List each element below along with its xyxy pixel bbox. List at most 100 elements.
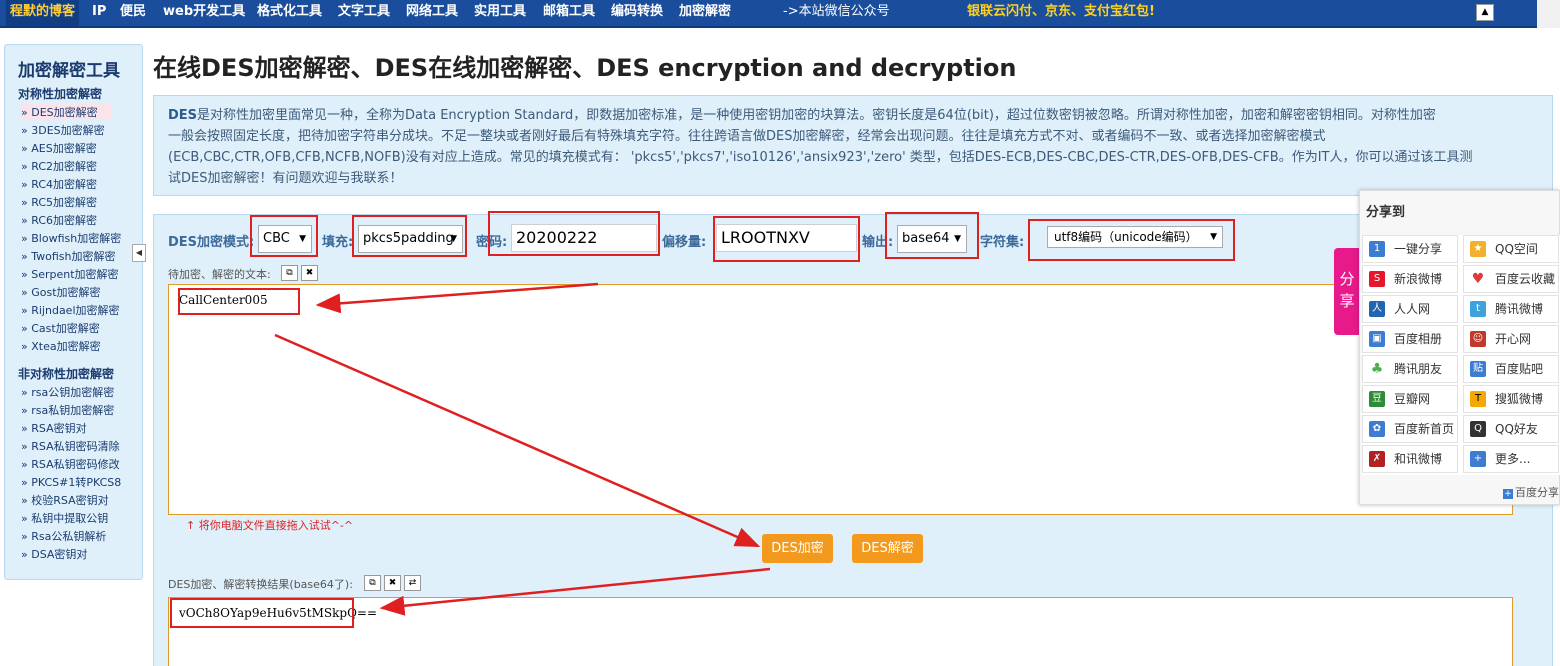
top-nav: 程默的博客 IP 便民 web开发工具 格式化工具 文字工具 网络工具 实用工具… xyxy=(0,0,1537,28)
sidebar-item-dsa-keypair[interactable]: » DSA密钥对 xyxy=(21,546,87,562)
share-item-kaixin[interactable]: ☺ 开心网 xyxy=(1463,325,1559,353)
nav-ip-link[interactable]: IP xyxy=(92,0,106,26)
share-footer[interactable]: + 百度分享 xyxy=(1503,484,1559,500)
sidebar-asymmetric-heading: 非对称性加密解密 xyxy=(18,367,115,381)
input-label: 待加密、解密的文本: xyxy=(168,268,271,281)
swap-icon[interactable]: ⇄ xyxy=(404,575,421,591)
copy-icon[interactable]: ⧉ xyxy=(281,265,298,281)
sidebar-item-des[interactable]: » DES加密解密 xyxy=(21,104,112,120)
drag-hint: ↑ 将你电脑文件直接拖入试试^-^ xyxy=(186,519,354,532)
one-click-share-icon: 1 xyxy=(1369,241,1385,257)
baidu-cloud-icon: ♥ xyxy=(1470,271,1486,287)
sidebar-item-rsa-keypair[interactable]: » RSA密钥对 xyxy=(21,420,87,436)
share-item-tencent-weibo[interactable]: t 腾讯微博 xyxy=(1463,295,1559,323)
sidebar-item-rsa-public[interactable]: » rsa公钥加密解密 xyxy=(21,384,114,400)
sidebar-item-verify-keypair[interactable]: » 校验RSA密钥对 xyxy=(21,492,109,508)
renren-icon: 人 xyxy=(1369,301,1385,317)
decrypt-button[interactable]: DES解密 xyxy=(852,534,923,563)
sidebar-collapse-button[interactable]: ◀ xyxy=(132,244,146,262)
nav-encoding-link[interactable]: 编码转换 xyxy=(611,0,663,26)
share-item-sina-weibo[interactable]: S 新浪微博 xyxy=(1362,265,1458,293)
description-line-3: (ECB,CBC,CTR,OFB,CFB,NCFB,NOFB)没有对应上造成。常… xyxy=(168,150,1473,165)
sidebar-item-3des[interactable]: » 3DES加密解密 xyxy=(21,122,105,138)
share-item-more[interactable]: + 更多... xyxy=(1463,445,1559,473)
clear-icon[interactable]: ✖ xyxy=(301,265,318,281)
clear-icon[interactable]: ✖ xyxy=(384,575,401,591)
sidebar-item-rc6[interactable]: » RC6加密解密 xyxy=(21,212,97,228)
share-item-douban[interactable]: 豆豆瓣网 xyxy=(1362,385,1458,413)
highlight-box-result xyxy=(170,598,354,628)
qq-friend-icon: Q xyxy=(1470,421,1486,437)
highlight-box-output xyxy=(885,212,979,259)
douban-icon: 豆 xyxy=(1369,391,1385,407)
nav-format-link[interactable]: 格式化工具 xyxy=(257,0,322,26)
nav-promo-link[interactable]: 银联云闪付、京东、支付宝红包! xyxy=(967,0,1155,26)
description-box: DES是对称性加密里面常见一种，全称为Data Encryption Stand… xyxy=(153,95,1553,196)
sidebar-item-rsa-parse[interactable]: » Rsa公私钥解析 xyxy=(21,528,106,544)
page-title: 在线DES加密解密、DES在线加密解密、DES encryption and d… xyxy=(153,54,1017,82)
baidu-share-icon: + xyxy=(1503,489,1513,499)
nav-crypto-link[interactable]: 加密解密 xyxy=(679,0,731,26)
share-title: 分享到 xyxy=(1366,205,1406,220)
sidebar-item-rsa-clear-password[interactable]: » RSA私钥密码清除 xyxy=(21,438,120,454)
mode-label: DES加密模式: xyxy=(168,235,255,250)
sidebar-item-cast[interactable]: » Cast加密解密 xyxy=(21,320,100,336)
nav-convenience-link[interactable]: 便民 xyxy=(120,0,146,26)
encrypt-button[interactable]: DES加密 xyxy=(762,534,833,563)
share-item-sohu-weibo[interactable]: T 搜狐微博 xyxy=(1463,385,1559,413)
sina-weibo-icon: S xyxy=(1369,271,1385,287)
highlight-box-charset xyxy=(1028,219,1235,261)
copy-icon[interactable]: ⧉ xyxy=(364,575,381,591)
input-textarea[interactable]: CallCenter005 xyxy=(168,284,1513,515)
tencent-friends-icon: ♣ xyxy=(1369,361,1385,377)
share-item-qq-friend[interactable]: Q QQ好友 xyxy=(1463,415,1559,443)
scrollbar[interactable] xyxy=(1537,0,1560,28)
nav-webdev-link[interactable]: web开发工具 xyxy=(163,0,245,26)
sidebar-item-rc4[interactable]: » RC4加密解密 xyxy=(21,176,97,192)
description-lead: DES xyxy=(168,108,198,123)
padding-label: 填充: xyxy=(322,235,354,250)
sidebar-item-serpent[interactable]: » Serpent加密解密 xyxy=(21,266,119,282)
share-item-baidu-tieba[interactable]: 贴百度贴吧 xyxy=(1463,355,1559,383)
nav-utility-link[interactable]: 实用工具 xyxy=(474,0,526,26)
share-tab[interactable]: 分享 xyxy=(1334,248,1360,335)
baidu-album-icon: ▣ xyxy=(1369,331,1385,347)
nav-home-link[interactable]: 程默的博客 xyxy=(6,0,80,26)
sidebar-item-pkcs-convert[interactable]: » PKCS#1转PKCS8 xyxy=(21,474,121,490)
sidebar-item-rc2[interactable]: » RC2加密解密 xyxy=(21,158,97,174)
more-icon: + xyxy=(1470,451,1486,467)
nav-wechat-link[interactable]: ->本站微信公众号 xyxy=(783,0,890,26)
sidebar-item-extract-public[interactable]: » 私钥中提取公钥 xyxy=(21,510,108,526)
share-item-baidu-album[interactable]: ▣ 百度相册 xyxy=(1362,325,1458,353)
nav-text-link[interactable]: 文字工具 xyxy=(338,0,390,26)
result-label: DES加密、解密转换结果(base64了): xyxy=(168,578,353,591)
share-item-tencent-friends[interactable]: ♣ 腾讯朋友 xyxy=(1362,355,1458,383)
description-line-2: 一般会按照固定长度，把待加密字符串分成块。不足一整块或者刚好最后有特殊填充字符。… xyxy=(168,129,1326,144)
share-item-renren[interactable]: 人人人网 xyxy=(1362,295,1458,323)
sidebar-item-rsa-private[interactable]: » rsa私钥加密解密 xyxy=(21,402,114,418)
highlight-box-iv xyxy=(713,216,860,262)
result-textarea[interactable]: vOCh8OYap9eHu6v5tMSkpQ== xyxy=(168,597,1513,666)
kaixin-icon: ☺ xyxy=(1470,331,1486,347)
sidebar-item-rsa-change-password[interactable]: » RSA私钥密码修改 xyxy=(21,456,120,472)
sidebar-item-rc5[interactable]: » RC5加密解密 xyxy=(21,194,97,210)
share-item-hexun-weibo[interactable]: ✗ 和讯微博 xyxy=(1362,445,1458,473)
nav-network-link[interactable]: 网络工具 xyxy=(406,0,458,26)
share-item-baidu-cloud[interactable]: ♥ 百度云收藏 xyxy=(1463,265,1559,293)
share-item-baidu-home[interactable]: ✿ 百度新首页 xyxy=(1362,415,1458,443)
description-line-4: 试DES加密解密！有问题欢迎与我联系！ xyxy=(168,171,403,186)
scroll-top-button[interactable]: ▲ xyxy=(1476,4,1494,21)
share-panel: 分享到 1 一键分享 ★ QQ空间 S 新浪微博 ♥ 百度云收藏 人人人网 t 腾讯微博 … xyxy=(1359,190,1560,505)
sidebar-item-rijndael[interactable]: » Rijndael加密解密 xyxy=(21,302,120,318)
sidebar-item-aes[interactable]: » AES加密解密 xyxy=(21,140,97,156)
share-item-qzone[interactable]: ★ QQ空间 xyxy=(1463,235,1559,263)
sidebar-item-blowfish[interactable]: » Blowfish加密解密 xyxy=(21,230,121,246)
sidebar-item-gost[interactable]: » Gost加密解密 xyxy=(21,284,101,300)
nav-mail-link[interactable]: 邮箱工具 xyxy=(543,0,595,26)
hexun-weibo-icon: ✗ xyxy=(1369,451,1385,467)
sidebar-item-xtea[interactable]: » Xtea加密解密 xyxy=(21,338,101,354)
sohu-weibo-icon: T xyxy=(1470,391,1486,407)
share-item-one-click[interactable]: 1 一键分享 xyxy=(1362,235,1458,263)
sidebar-item-twofish[interactable]: » Twofish加密解密 xyxy=(21,248,116,264)
highlight-box-mode xyxy=(250,215,318,257)
